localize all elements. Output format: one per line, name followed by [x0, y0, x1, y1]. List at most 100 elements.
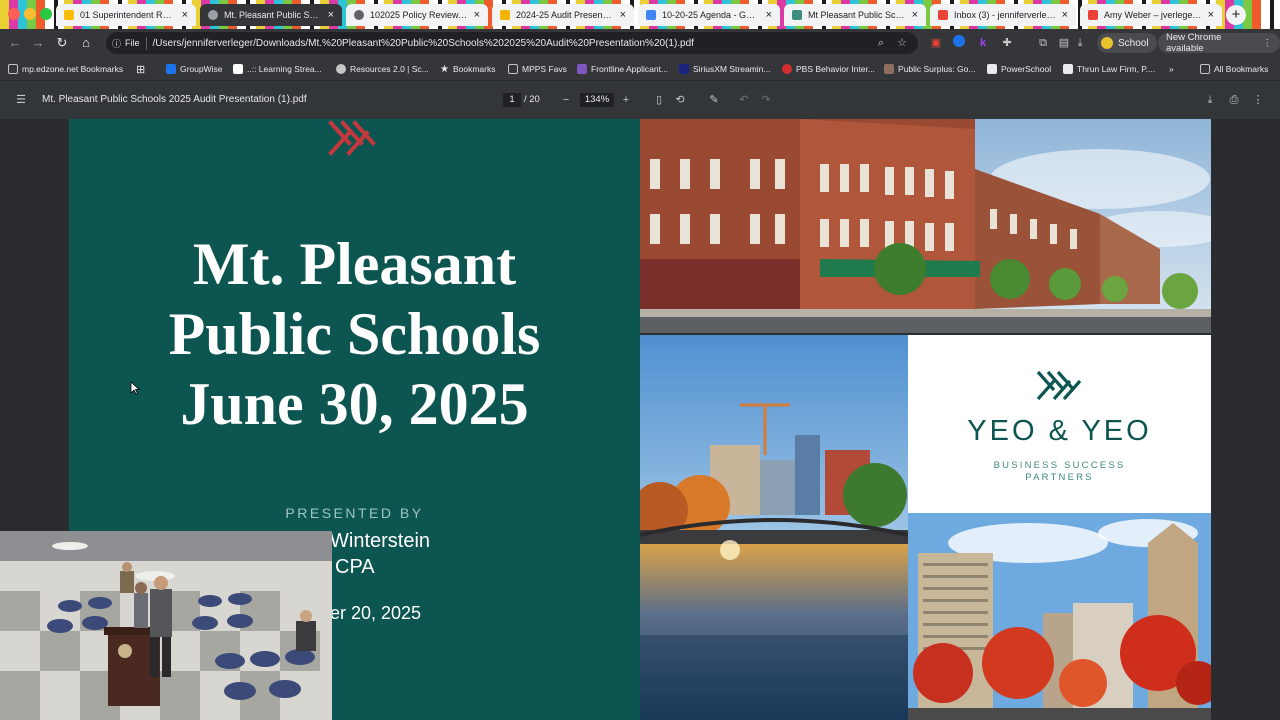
profile-button[interactable]: School: [1097, 33, 1157, 53]
thrun-icon: [1063, 64, 1073, 74]
rotate-icon[interactable]: ⟲: [672, 92, 688, 108]
tab-audit-presentation[interactable]: 2024-25 Audit Presentation ×: [492, 4, 634, 26]
tab-superintendent-report[interactable]: 01 Superintendent Report ×: [56, 4, 196, 26]
zoom-out-icon[interactable]: −: [558, 92, 574, 108]
close-icon[interactable]: ×: [474, 9, 480, 21]
cast-icon[interactable]: ⧉: [1035, 35, 1051, 51]
page-number-input[interactable]: 1: [503, 93, 521, 107]
apps-grid-button[interactable]: ⊞: [136, 61, 145, 77]
city-skyline-illustration: [908, 513, 1211, 720]
zoom-level-input[interactable]: 134%: [580, 93, 614, 107]
slide-title: Mt. Pleasant Public Schools June 30, 202…: [69, 229, 640, 439]
print-icon[interactable]: ⎙: [1226, 92, 1242, 108]
bookmark-item[interactable]: SiriusXM Streamin...: [679, 61, 770, 77]
folder-icon: [1200, 64, 1210, 74]
reload-button[interactable]: ↻: [53, 34, 71, 52]
bookmark-item[interactable]: Frontline Applicant...: [577, 61, 668, 77]
wordpress-icon: [336, 64, 346, 74]
extensions-puzzle-icon[interactable]: ✚: [999, 35, 1015, 51]
tab-inbox[interactable]: Inbox (3) - jenniferverleger ×: [930, 4, 1076, 26]
bookmark-label: GroupWise: [180, 64, 223, 74]
download-icon[interactable]: ⤓: [1072, 35, 1088, 51]
tab-amy-weber[interactable]: Amy Weber – jverleger@m ×: [1080, 4, 1222, 26]
zoom-in-icon[interactable]: +: [618, 92, 634, 108]
annotate-icon[interactable]: ✎: [706, 92, 722, 108]
tab-agenda[interactable]: 10-20-25 Agenda - Google ×: [638, 4, 780, 26]
redo-icon[interactable]: ↷: [758, 92, 774, 108]
bookmark-item[interactable]: Public Surplus: Go...: [884, 61, 975, 77]
webcam-overlay: [0, 531, 332, 720]
bookmark-item[interactable]: GroupWise: [166, 61, 223, 77]
bookmark-star-icon[interactable]: ☆: [894, 35, 910, 51]
bookmarks-overflow-button[interactable]: »: [1169, 61, 1174, 77]
tab-title: Mt. Pleasant Public Schools: [224, 10, 322, 20]
bookmark-label: All Bookmarks: [1214, 64, 1269, 74]
bookmark-item[interactable]: Resources 2.0 | Sc...: [336, 61, 429, 77]
bookmark-item[interactable]: ..:: Learning Strea...: [233, 61, 322, 77]
title-line: Mt. Pleasant: [192, 231, 517, 297]
address-bar[interactable]: ⓘ File /Users/jenniferverleger/Downloads…: [106, 32, 918, 54]
window-minimize-button[interactable]: [24, 8, 36, 20]
sidepanel-icon[interactable]: ▤: [1056, 35, 1072, 51]
menu-icon[interactable]: ☰: [13, 92, 29, 108]
tab-title: 2024-25 Audit Presentation: [516, 10, 614, 20]
bookmark-item[interactable]: ★ Bookmarks: [440, 61, 495, 77]
groupwise-icon: [166, 64, 176, 74]
close-icon[interactable]: ×: [620, 9, 626, 21]
forward-button[interactable]: →: [29, 34, 47, 52]
new-tab-button[interactable]: +: [1226, 5, 1246, 25]
extension-am-icon[interactable]: [951, 35, 967, 51]
close-icon[interactable]: ×: [1208, 9, 1214, 21]
undo-icon[interactable]: ↶: [736, 92, 752, 108]
frontline-icon: [577, 64, 587, 74]
bookmark-item[interactable]: Thrun Law Firm, P....: [1063, 61, 1155, 77]
folder-icon: [508, 64, 518, 74]
zoom-icon[interactable]: ⌕: [873, 35, 889, 51]
tab-audit-pdf-active[interactable]: Mt. Pleasant Public Schools ×: [200, 4, 342, 26]
extension-k-icon[interactable]: k: [975, 35, 991, 51]
bookmark-label: PowerSchool: [1001, 64, 1052, 74]
update-chrome-button[interactable]: New Chrome available ⋮: [1158, 32, 1280, 54]
extension-icon[interactable]: ▣: [928, 35, 944, 51]
bookmark-label: Thrun Law Firm, P....: [1077, 64, 1156, 74]
page-count: / 20: [524, 94, 540, 105]
yeo-logo-mark-icon: [328, 120, 376, 156]
all-bookmarks-button[interactable]: All Bookmarks: [1200, 61, 1268, 77]
close-icon[interactable]: ×: [766, 9, 772, 21]
tab-title: 10-20-25 Agenda - Google: [662, 10, 760, 20]
docs-icon: [646, 10, 656, 20]
bookmark-item[interactable]: MPPS Favs: [508, 61, 567, 77]
close-icon[interactable]: ×: [182, 9, 188, 21]
tab-policy-review[interactable]: 102025 Policy Review.pdf ×: [346, 4, 488, 26]
more-vert-icon: ⋮: [1262, 37, 1273, 49]
bookmark-item[interactable]: PBS Behavior Inter...: [782, 61, 875, 77]
globe-icon: [354, 10, 364, 20]
river-bridge-illustration: [640, 335, 908, 720]
close-icon[interactable]: ×: [912, 9, 918, 21]
window-close-button[interactable]: [8, 8, 20, 20]
fit-page-icon[interactable]: ▯: [651, 92, 667, 108]
home-button[interactable]: ⌂: [77, 34, 95, 52]
browser-toolbar: ← → ↻ ⌂ ⓘ File /Users/jenniferverleger/D…: [0, 29, 1280, 57]
site-info-chip[interactable]: ⓘ File: [112, 36, 147, 50]
back-button[interactable]: ←: [6, 34, 24, 52]
bookmark-item[interactable]: PowerSchool: [987, 61, 1051, 77]
window-zoom-button[interactable]: [40, 8, 52, 20]
download-icon[interactable]: ⤓: [1202, 92, 1218, 108]
more-vert-icon[interactable]: ⋮: [1250, 92, 1266, 108]
bookmark-label: Bookmarks: [452, 64, 496, 74]
tab-mpps-site[interactable]: Mt Pleasant Public Schools ×: [784, 4, 926, 26]
bookmark-label: Frontline Applicant...: [591, 64, 669, 74]
presentation-date: er 20, 2025: [330, 603, 422, 623]
pdf-title: Mt. Pleasant Public Schools 2025 Audit P…: [42, 94, 307, 105]
tab-title: Mt Pleasant Public Schools: [808, 10, 906, 20]
tagline-line: BUSINESS SUCCESS: [993, 460, 1126, 471]
close-icon[interactable]: ×: [1062, 9, 1068, 21]
star-icon: ★: [440, 63, 449, 75]
close-icon[interactable]: ×: [328, 9, 334, 21]
bookmark-label: MPPS Favs: [522, 64, 567, 74]
yeo-logo-mark-icon: [1036, 370, 1082, 401]
tab-strip: 01 Superintendent Report × Mt. Pleasant …: [0, 0, 1280, 29]
bookmark-item[interactable]: mp.edzone.net Bookmarks: [8, 61, 123, 77]
downtown-street-photo: [640, 119, 1211, 333]
